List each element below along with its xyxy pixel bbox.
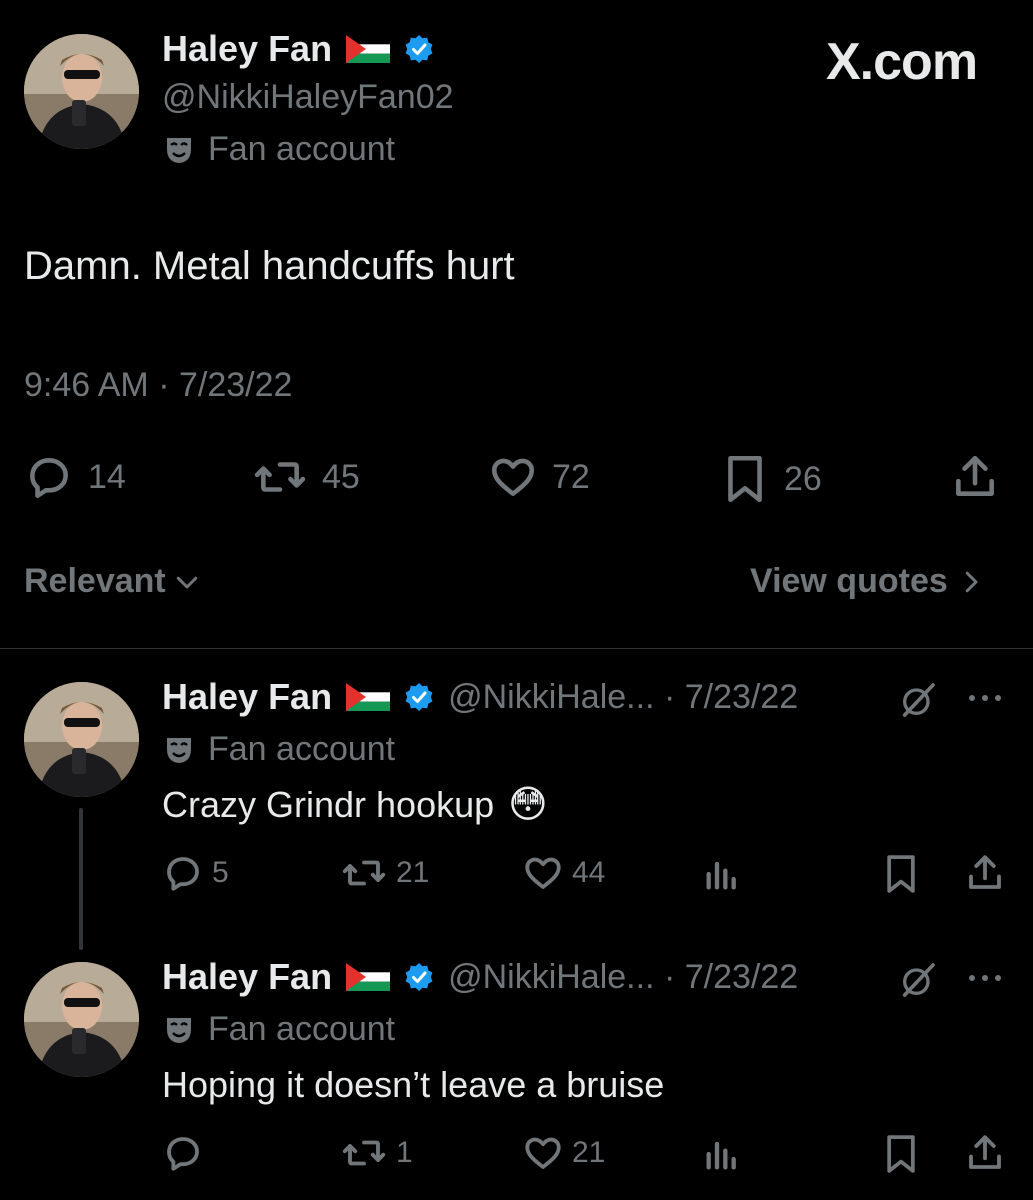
theater-mask-icon xyxy=(167,737,191,763)
reply-display-name[interactable]: Haley Fan xyxy=(162,676,332,718)
flushed-face-emoji: 😳 xyxy=(508,784,548,826)
reply-icon xyxy=(167,857,199,891)
reply-icon xyxy=(167,1137,199,1171)
section-divider xyxy=(0,648,1033,649)
chevron-right-icon xyxy=(965,571,978,592)
author-display-name[interactable]: Haley Fan xyxy=(162,28,332,70)
more-options-icon[interactable] xyxy=(966,968,1004,988)
thread-connector xyxy=(79,808,83,950)
like-button[interactable]: 21 xyxy=(522,1132,605,1174)
more-options-icon[interactable] xyxy=(966,688,1004,708)
chevron-down-icon xyxy=(176,576,197,588)
palestine-flag-icon xyxy=(346,963,391,991)
like-count: 21 xyxy=(572,1136,606,1169)
reply-handle-date[interactable]: @NikkiHale... · 7/23/22 xyxy=(448,678,798,717)
repost-button[interactable]: 1 xyxy=(340,1132,413,1174)
reply-icon xyxy=(30,458,68,499)
bookmark-icon[interactable] xyxy=(880,852,922,896)
palestine-flag-icon xyxy=(346,683,391,711)
theater-mask-icon xyxy=(167,137,191,163)
view-quotes-label: View quotes xyxy=(750,562,948,600)
heart-icon xyxy=(491,458,535,496)
share-icon[interactable] xyxy=(964,852,1006,894)
grok-icon[interactable] xyxy=(898,680,938,720)
bookmark-icon[interactable] xyxy=(880,1132,922,1176)
sort-dropdown[interactable]: Relevant xyxy=(24,562,202,601)
theater-mask-icon xyxy=(167,1017,191,1043)
repost-icon xyxy=(342,1140,386,1166)
like-count: 72 xyxy=(552,457,590,496)
analytics-icon[interactable] xyxy=(702,1134,742,1174)
post-text: Damn. Metal handcuffs hurt xyxy=(24,244,515,288)
reply-text: Crazy Grindr hookup xyxy=(162,783,495,825)
reply-button[interactable] xyxy=(162,1132,212,1174)
heart-icon xyxy=(525,1137,561,1169)
share-icon[interactable] xyxy=(964,1132,1006,1174)
reply-button[interactable]: 14 xyxy=(24,452,126,502)
account-label: Fan account xyxy=(208,730,396,768)
repost-count: 21 xyxy=(396,856,430,889)
repost-icon xyxy=(342,860,386,886)
sort-label: Relevant xyxy=(24,562,166,600)
heart-icon xyxy=(525,857,561,889)
view-quotes-link[interactable]: View quotes xyxy=(750,562,986,601)
verified-badge-icon[interactable] xyxy=(404,34,434,64)
repost-count: 45 xyxy=(322,457,360,496)
post-timestamp[interactable]: 9:46 AM · 7/23/22 xyxy=(24,366,292,405)
share-icon xyxy=(956,455,994,496)
like-button[interactable]: 44 xyxy=(522,852,605,894)
verified-badge-icon[interactable] xyxy=(404,962,434,992)
reply-button[interactable]: 5 xyxy=(162,852,229,894)
bookmark-button[interactable]: 26 xyxy=(720,452,822,506)
author-handle[interactable]: @NikkiHaleyFan02 xyxy=(162,78,454,117)
repost-icon xyxy=(254,462,306,492)
bookmark-count: 26 xyxy=(784,459,822,498)
reply-display-name[interactable]: Haley Fan xyxy=(162,956,332,998)
like-count: 44 xyxy=(572,856,606,889)
bookmark-icon xyxy=(728,455,762,503)
palestine-flag-icon xyxy=(346,35,391,63)
share-button[interactable] xyxy=(950,452,1000,502)
repost-button[interactable]: 45 xyxy=(252,452,360,502)
reply-count: 14 xyxy=(88,457,126,496)
author-avatar[interactable] xyxy=(24,34,139,149)
account-label: Fan account xyxy=(208,130,396,168)
reply-avatar[interactable] xyxy=(24,682,139,797)
site-mark: X.com xyxy=(826,33,978,91)
reply-avatar[interactable] xyxy=(24,962,139,1077)
grok-icon[interactable] xyxy=(898,960,938,1000)
repost-count: 1 xyxy=(396,1136,413,1169)
reply-text: Hoping it doesn’t leave a bruise xyxy=(162,1064,665,1105)
reply-handle-date[interactable]: @NikkiHale... · 7/23/22 xyxy=(448,958,798,997)
analytics-icon[interactable] xyxy=(702,854,742,894)
verified-badge-icon[interactable] xyxy=(404,682,434,712)
reply-count: 5 xyxy=(212,856,229,889)
repost-button[interactable]: 21 xyxy=(340,852,429,894)
like-button[interactable]: 72 xyxy=(488,452,590,502)
account-label: Fan account xyxy=(208,1010,396,1048)
